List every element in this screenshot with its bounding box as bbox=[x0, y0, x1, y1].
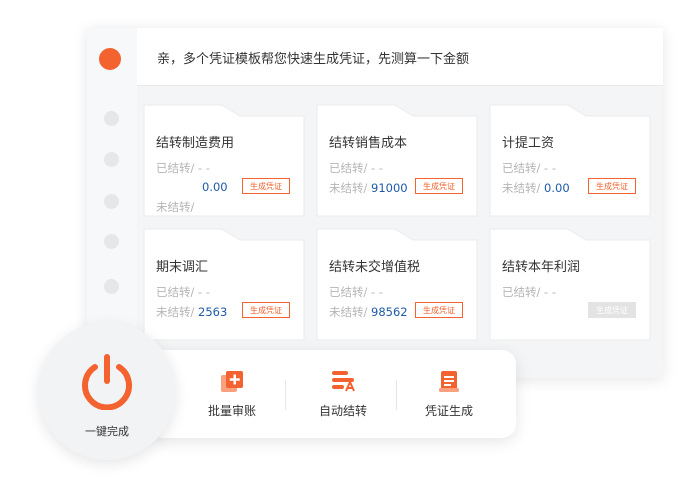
done-value: - - bbox=[371, 161, 383, 175]
card-title: 计提工资 bbox=[502, 136, 555, 151]
header-bar: 亲，多个凭证模板帮您快速生成凭证，先测算一下金额 bbox=[137, 28, 663, 86]
pending-value: 0.00 bbox=[202, 180, 228, 194]
voucher-generate-button[interactable]: 凭证生成 bbox=[404, 370, 494, 422]
nav-active-dot[interactable] bbox=[99, 48, 121, 70]
card-annual-profit: 结转本年利润 已结转/ - - 生成凭证 bbox=[489, 228, 651, 341]
voucher-generate-icon bbox=[439, 371, 459, 392]
pending-label: 未结转/ bbox=[329, 181, 368, 195]
done-value: - - bbox=[198, 285, 210, 299]
card-title: 结转销售成本 bbox=[329, 136, 408, 151]
header-message: 亲，多个凭证模板帮您快速生成凭证，先测算一下金额 bbox=[157, 52, 470, 67]
done-label: 已结转/ bbox=[329, 161, 368, 175]
pending-label: 未结转/ bbox=[502, 181, 541, 195]
power-icon bbox=[82, 354, 132, 410]
generate-voucher-button[interactable]: 生成凭证 bbox=[242, 302, 290, 318]
nav-dot-1[interactable] bbox=[104, 111, 119, 126]
done-value: - - bbox=[198, 161, 210, 175]
nav-dot-2[interactable] bbox=[104, 152, 119, 167]
batch-review-button[interactable]: 批量审账 bbox=[187, 370, 277, 422]
batch-review-label: 批量审账 bbox=[207, 404, 256, 418]
pending-value: 0.00 bbox=[544, 181, 570, 195]
one-click-complete-label: 一键完成 bbox=[85, 425, 129, 438]
pending-value: 98562 bbox=[371, 305, 408, 319]
generate-voucher-button[interactable]: 生成凭证 bbox=[242, 178, 290, 194]
one-click-complete-button[interactable]: 一键完成 bbox=[38, 322, 176, 460]
done-value: - - bbox=[371, 285, 383, 299]
done-label: 已结转/ bbox=[502, 285, 541, 299]
toolbar-divider bbox=[396, 380, 397, 410]
card-unpaid-vat: 结转未交增值税 已结转/ - - 未结转/ 98562 生成凭证 bbox=[316, 228, 478, 341]
done-value: - - bbox=[544, 161, 556, 175]
nav-dot-5[interactable] bbox=[104, 279, 119, 294]
pending-label: 未结转/ bbox=[329, 305, 368, 319]
auto-transfer-button[interactable]: 自动结转 bbox=[298, 370, 388, 422]
app-window: 亲，多个凭证模板帮您快速生成凭证，先测算一下金额 结转制造费用 已结转/ - -… bbox=[87, 28, 663, 378]
card-accrue-wages: 计提工资 已结转/ - - 未结转/ 0.00 生成凭证 bbox=[489, 104, 651, 217]
done-label: 已结转/ bbox=[329, 285, 368, 299]
pending-value: 91000 bbox=[371, 181, 408, 195]
done-label: 已结转/ bbox=[502, 161, 541, 175]
nav-dot-4[interactable] bbox=[104, 234, 119, 249]
card-title: 结转未交增值税 bbox=[329, 260, 421, 275]
card-title: 期末调汇 bbox=[156, 260, 209, 275]
card-manufacturing-cost: 结转制造费用 已结转/ - - 0.00 未结转/ 生成凭证 bbox=[143, 104, 305, 217]
generate-voucher-button[interactable]: 生成凭证 bbox=[588, 178, 636, 194]
auto-transfer-label: 自动结转 bbox=[318, 404, 367, 418]
pending-label: 未结转/ bbox=[156, 200, 195, 214]
done-value: - - bbox=[544, 285, 556, 299]
pending-label: 未结转/ bbox=[156, 305, 195, 319]
batch-review-icon bbox=[221, 371, 243, 392]
toolbar-divider bbox=[285, 380, 286, 410]
done-label: 已结转/ bbox=[156, 285, 195, 299]
voucher-generate-label: 凭证生成 bbox=[424, 404, 473, 418]
generate-voucher-button-disabled: 生成凭证 bbox=[588, 302, 636, 318]
card-sales-cost: 结转销售成本 已结转/ - - 未结转/ 91000 生成凭证 bbox=[316, 104, 478, 217]
card-title: 结转本年利润 bbox=[502, 260, 581, 275]
pending-value: 2563 bbox=[198, 305, 228, 319]
generate-voucher-button[interactable]: 生成凭证 bbox=[415, 302, 463, 318]
card-title: 结转制造费用 bbox=[156, 136, 235, 151]
done-label: 已结转/ bbox=[156, 161, 195, 175]
generate-voucher-button[interactable]: 生成凭证 bbox=[415, 178, 463, 194]
action-toolbar: 批量审账 自动结转 凭证生成 bbox=[150, 350, 516, 438]
nav-dot-3[interactable] bbox=[104, 194, 119, 209]
auto-transfer-icon bbox=[332, 371, 355, 392]
card-period-end-fx: 期末调汇 已结转/ - - 未结转/ 2563 生成凭证 bbox=[143, 228, 305, 341]
